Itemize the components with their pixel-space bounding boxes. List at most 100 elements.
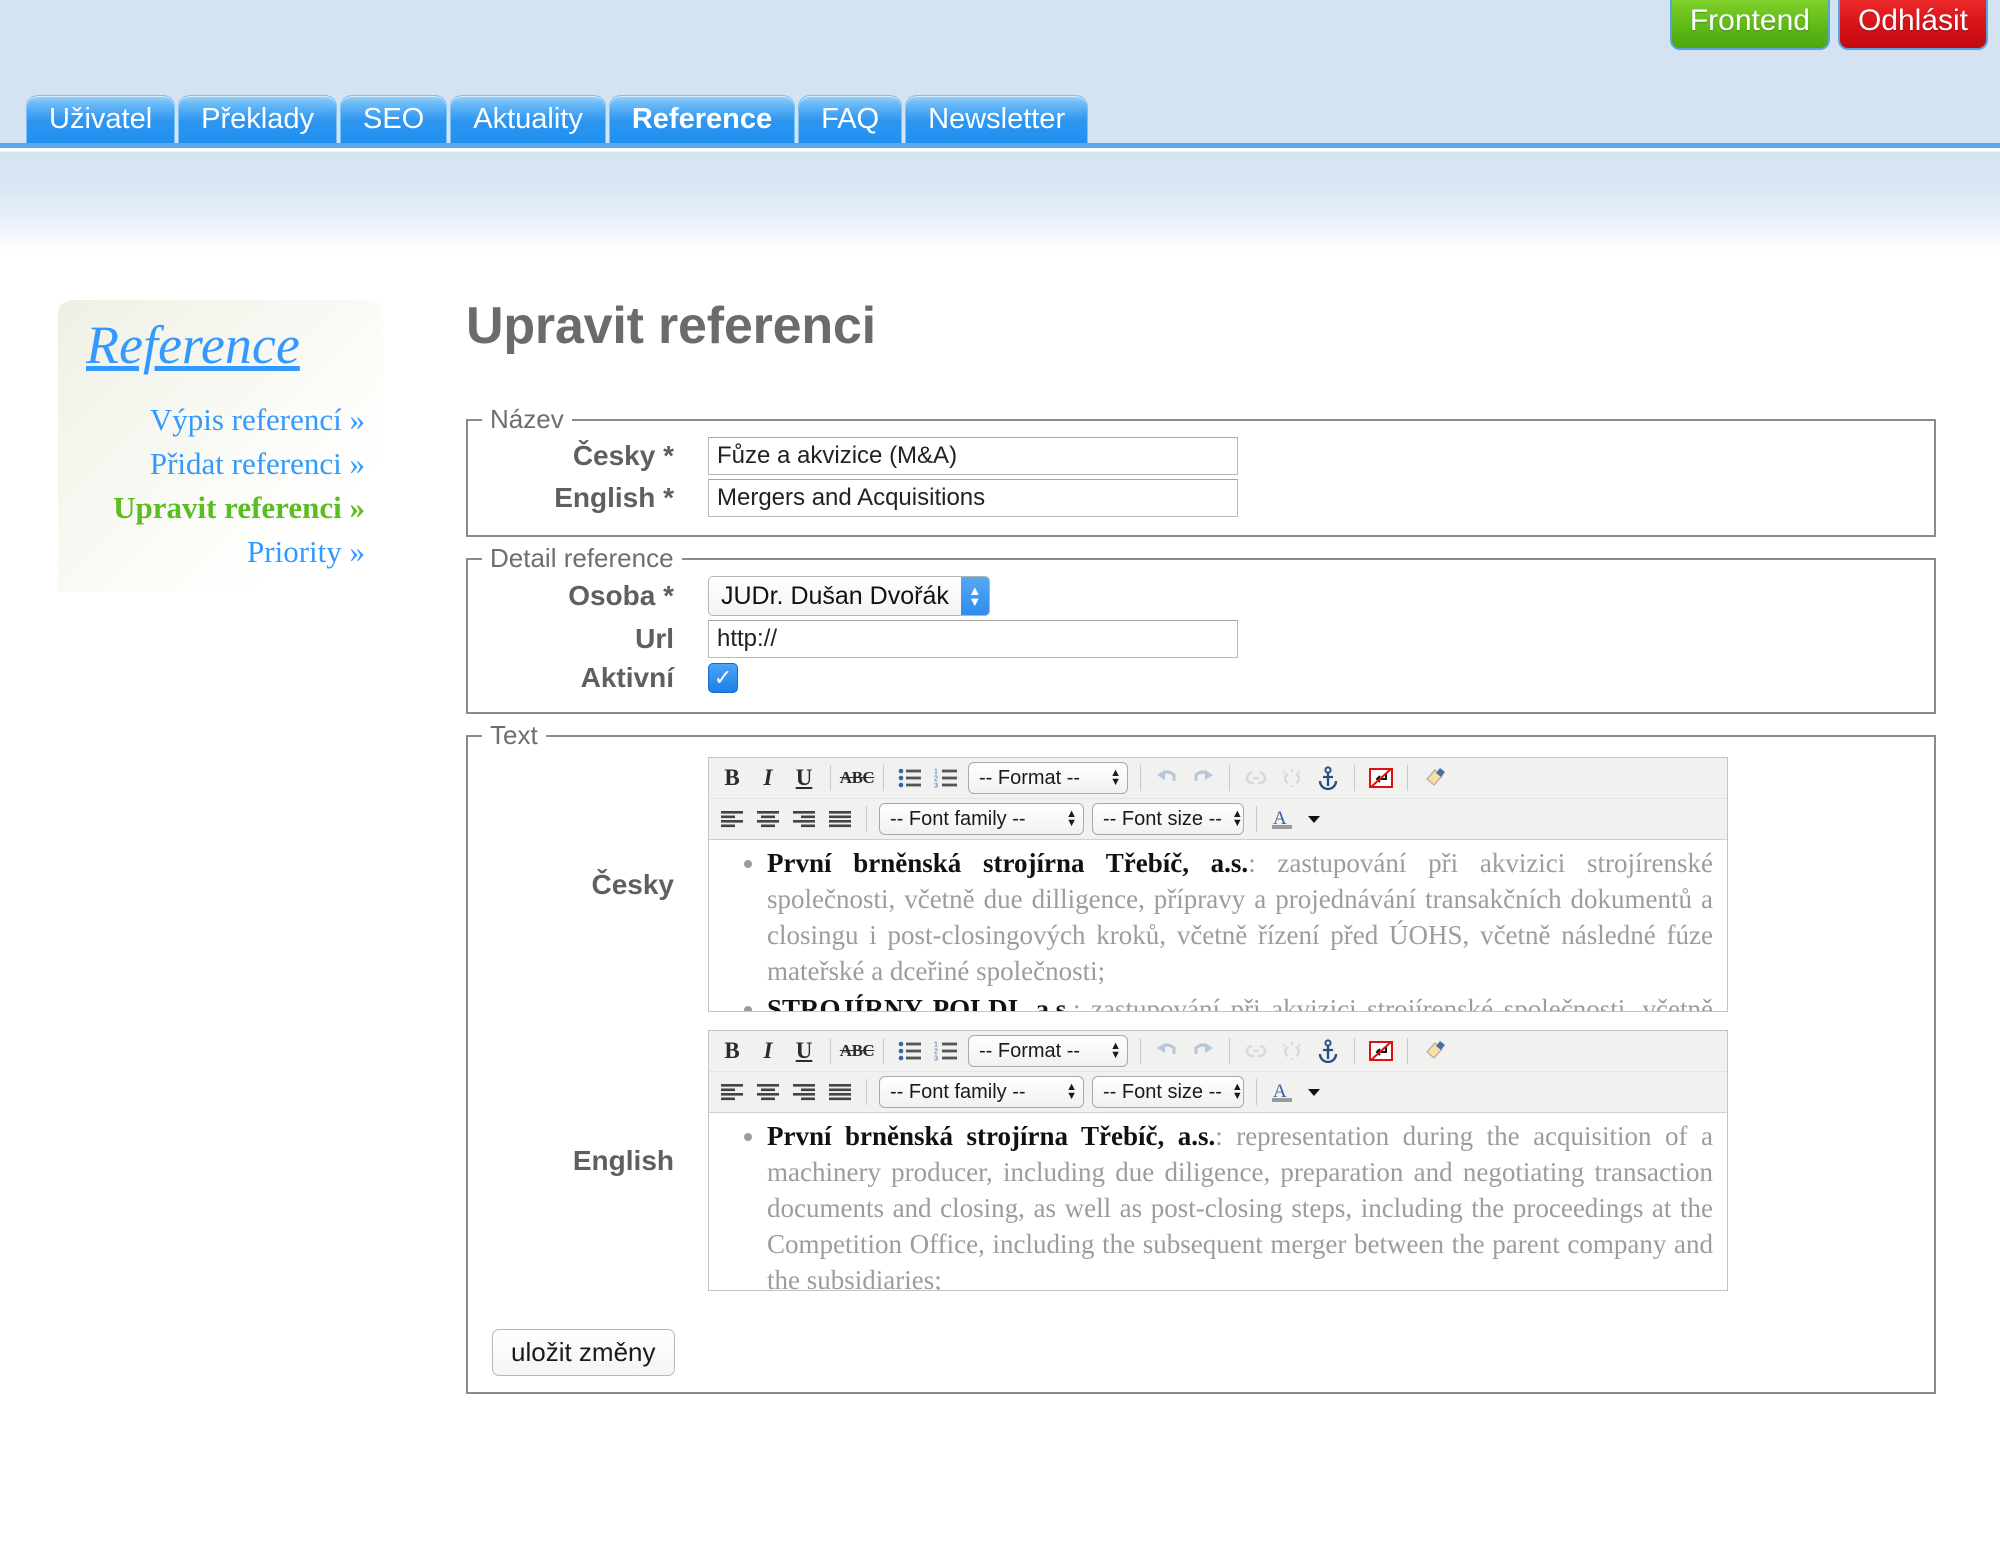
field-aktivni: ✓ [708,663,1934,693]
svg-text:1: 1 [934,769,938,776]
editor-content-english[interactable]: První brněnská strojírna Třebíč, a.s.: r… [709,1112,1727,1290]
row-url: Url [468,618,1934,660]
italic-icon[interactable]: I [751,1034,785,1068]
chevron-updown-icon: ▲ ▼ [1066,808,1077,829]
unlink-icon[interactable] [1275,1034,1309,1068]
redo-icon[interactable] [1186,1034,1220,1068]
logout-button[interactable]: Odhlásit [1837,0,1988,50]
sidebar-item-pridat-referenci[interactable]: Přidat referenci » [76,442,365,486]
underline-icon[interactable]: U [787,1034,821,1068]
aktivni-checkbox[interactable]: ✓ [708,663,738,693]
format-select-value: -- Format -- [979,1039,1081,1062]
align-left-icon[interactable] [715,802,749,836]
svg-text:2: 2 [934,776,938,783]
redo-icon[interactable] [1186,761,1220,795]
align-justify-icon[interactable] [823,1075,857,1109]
unordered-list-icon[interactable] [893,761,927,795]
toggle-invisible-characters-icon[interactable] [1364,1034,1398,1068]
nazev-english-input[interactable] [708,479,1238,517]
fontfamily-select-value: -- Font family -- [890,807,1026,830]
toolbar-separator [1354,765,1355,791]
tab-uzivatel[interactable]: Uživatel [26,95,176,143]
align-right-icon[interactable] [787,802,821,836]
strikethrough-icon[interactable]: ABC [840,761,875,795]
main-tabs: Uživatel Překlady SEO Aktuality Referenc… [26,95,1091,143]
toolbar-separator [1256,806,1257,832]
italic-icon[interactable]: I [751,761,785,795]
editor-toolbar-row1-cesky: B I U ABC 123 -- Format -- ▲ ▼ [709,758,1727,798]
unlink-icon[interactable] [1275,761,1309,795]
fontfamily-select-english[interactable]: -- Font family -- ▲ ▼ [879,1076,1084,1108]
sidebar-item-priority[interactable]: Priority » [76,530,365,574]
text-color-icon[interactable]: A [1266,1075,1300,1109]
osoba-select[interactable]: JUDr. Dušan Dvořák ▲ ▼ [708,576,990,616]
format-select-cesky[interactable]: -- Format -- ▲ ▼ [968,762,1128,794]
text-color-dropdown-icon[interactable] [1302,802,1326,836]
editor-content-cesky[interactable]: První brněnská strojírna Třebíč, a.s.: z… [709,839,1727,1011]
undo-icon[interactable] [1150,761,1184,795]
link-icon[interactable] [1239,1034,1273,1068]
toolbar-separator [866,1079,867,1105]
bold-icon[interactable]: B [715,761,749,795]
cleanup-brush-icon[interactable] [1417,761,1451,795]
frontend-button[interactable]: Frontend [1669,0,1830,50]
fieldset-text: Text Česky B I U ABC 123 -- Format -- ▲ … [466,720,1936,1394]
tab-reference[interactable]: Reference [608,95,796,143]
tab-aktuality[interactable]: Aktuality [450,95,606,143]
row-aktivni: Aktivní ✓ [468,660,1934,696]
sidebar-item-upravit-referenci[interactable]: Upravit referenci » [76,486,365,530]
svg-text:3: 3 [934,1056,938,1063]
fontfamily-select-cesky[interactable]: -- Font family -- ▲ ▼ [879,803,1084,835]
align-center-icon[interactable] [751,802,785,836]
align-center-icon[interactable] [751,1075,785,1109]
top-bar: Frontend Odhlásit Uživatel Překlady SEO … [0,0,2000,148]
link-icon[interactable] [1239,761,1273,795]
ordered-list-icon[interactable]: 123 [929,761,963,795]
fontsize-select-cesky[interactable]: -- Font size -- ▲ ▼ [1092,803,1244,835]
ordered-list-icon[interactable]: 123 [929,1034,963,1068]
underline-icon[interactable]: U [787,761,821,795]
list-item-title: STROJÍRNY POLDI, a.s. [767,993,1073,1011]
align-justify-icon[interactable] [823,802,857,836]
align-right-icon[interactable] [787,1075,821,1109]
rich-text-editor-cesky: B I U ABC 123 -- Format -- ▲ ▼ -- Font f… [708,757,1728,1012]
save-changes-button[interactable]: uložit změny [492,1329,675,1376]
field-url [708,620,1934,658]
label-osoba: Osoba * [568,580,674,611]
tab-faq[interactable]: FAQ [798,95,903,143]
bold-icon[interactable]: B [715,1034,749,1068]
toolbar-separator [830,765,831,791]
align-left-icon[interactable] [715,1075,749,1109]
tab-preklady[interactable]: Překlady [178,95,337,143]
nazev-cesky-input[interactable] [708,437,1238,475]
anchor-icon[interactable] [1311,761,1345,795]
unordered-list-icon[interactable] [893,1034,927,1068]
label-aktivni: Aktivní [580,662,674,693]
format-select-english[interactable]: -- Format -- ▲ ▼ [968,1035,1128,1067]
cleanup-brush-icon[interactable] [1417,1034,1451,1068]
format-select-value: -- Format -- [979,766,1081,789]
anchor-icon[interactable] [1311,1034,1345,1068]
fieldset-detail-reference: Detail reference Osoba * JUDr. Dušan Dvo… [466,543,1936,714]
tab-newsletter[interactable]: Newsletter [905,95,1089,143]
chevron-updown-icon: ▲ ▼ [1110,1040,1121,1061]
toggle-invisible-characters-icon[interactable] [1364,761,1398,795]
strikethrough-icon[interactable]: ABC [840,1034,875,1068]
list-item: STROJÍRNY POLDI, a.s.: zastupování při a… [767,992,1713,1011]
fontsize-select-english[interactable]: -- Font size -- ▲ ▼ [1092,1076,1244,1108]
text-color-dropdown-icon[interactable] [1302,1075,1326,1109]
toolbar-separator [830,1038,831,1064]
text-color-icon[interactable]: A [1266,802,1300,836]
sidebar-title[interactable]: Reference [86,314,365,376]
undo-icon[interactable] [1150,1034,1184,1068]
rich-text-editor-english: B I U ABC 123 -- Format -- ▲ ▼ -- Font f… [708,1030,1728,1291]
field-nazev-cesky [708,437,1934,475]
tab-seo[interactable]: SEO [339,95,448,143]
fieldset-detail-legend: Detail reference [490,543,674,573]
row-nazev-english: English * [468,477,1934,519]
sidebar-item-vypis-referenci[interactable]: Výpis referencí » [76,398,365,442]
url-input[interactable] [708,620,1238,658]
editor-list-cesky: První brněnská strojírna Třebíč, a.s.: z… [723,846,1713,1011]
label-nazev-english: English * [554,482,674,513]
chevron-updown-icon: ▲ ▼ [1231,1081,1243,1102]
